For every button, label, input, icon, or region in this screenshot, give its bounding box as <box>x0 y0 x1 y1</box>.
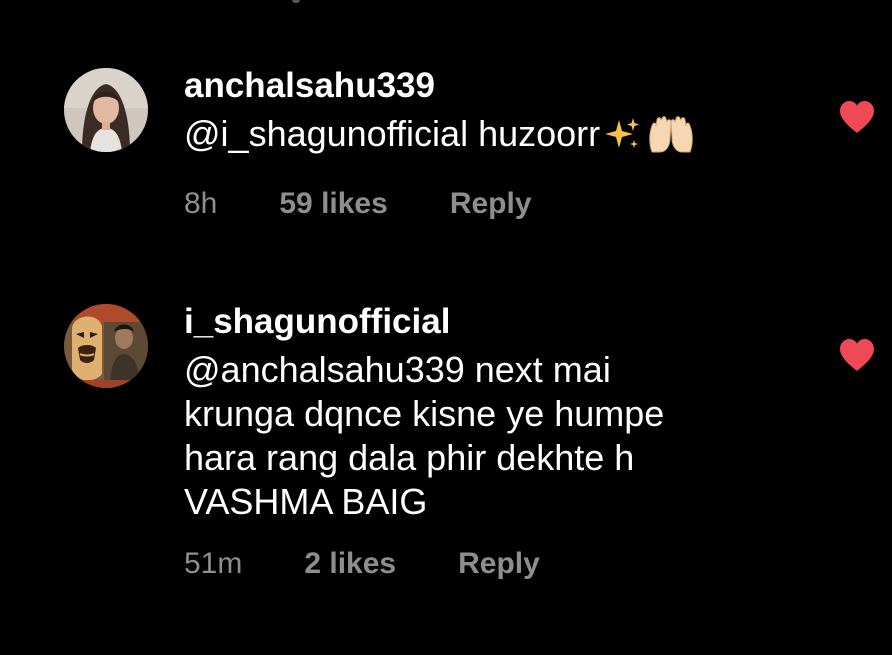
avatar[interactable] <box>64 304 148 388</box>
sparkles-emoji <box>604 116 642 164</box>
comment-username[interactable]: i_shagunofficial <box>184 300 804 344</box>
comment-likes-link[interactable]: 59 likes <box>279 184 387 224</box>
comment-username[interactable]: anchalsahu339 <box>184 64 804 108</box>
reply-button[interactable]: Reply <box>458 544 540 584</box>
heart-icon <box>840 339 874 371</box>
comment-time: 51m <box>184 547 243 580</box>
comment-meta: 8h 59 likes Reply <box>184 184 804 224</box>
like-button[interactable] <box>838 338 876 372</box>
comment-meta: 51m 2 likes Reply <box>184 544 804 584</box>
comment-time: 8h <box>184 187 218 220</box>
comment-text-body: @i_shagunofficial huzoorr <box>184 113 601 154</box>
reply-button[interactable]: Reply <box>450 184 532 224</box>
comment-text: @anchalsahu339 next mai krunga dqnce kis… <box>184 349 665 522</box>
avatar[interactable] <box>64 68 148 152</box>
heart-icon <box>840 101 874 133</box>
avatar-photo-mask <box>64 304 148 388</box>
scroll-indicator <box>292 0 300 3</box>
like-button[interactable] <box>838 100 876 134</box>
comment-text: @i_shagunofficial huzoorr <box>184 112 804 164</box>
comment-likes-link[interactable]: 2 likes <box>304 544 396 584</box>
raised-hands-emoji <box>646 116 696 164</box>
avatar-photo-woman <box>64 68 148 152</box>
